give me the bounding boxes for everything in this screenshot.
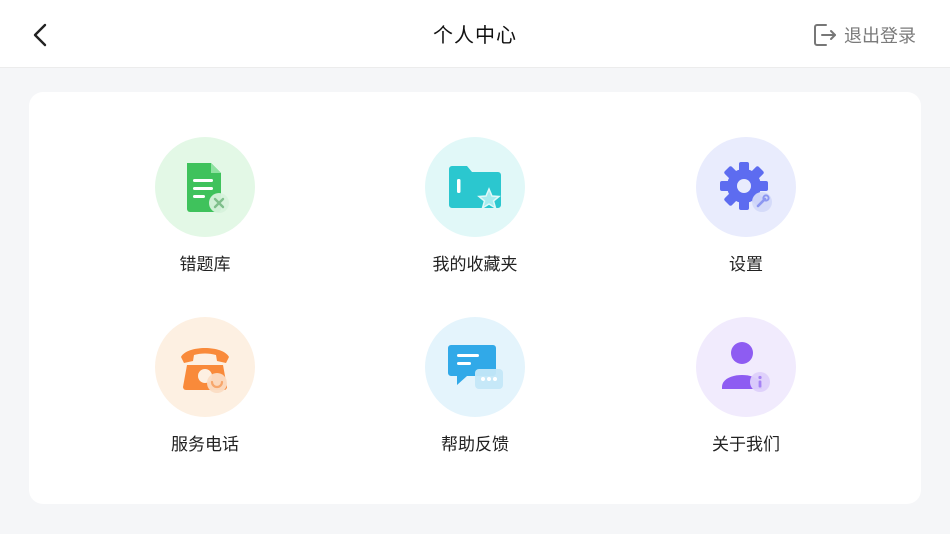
- menu-item-label: 错题库: [179, 255, 231, 275]
- phone-icon: [181, 348, 229, 393]
- menu-item-service-phone[interactable]: 服务电话: [115, 317, 295, 467]
- icon-circle: [696, 317, 796, 417]
- menu-item-label: 帮助反馈: [441, 435, 509, 455]
- top-bar: 个人中心 退出登录: [0, 0, 950, 68]
- menu-item-about-us[interactable]: 关于我们: [656, 317, 836, 467]
- icon-circle: [425, 317, 525, 417]
- menu-card: 错题库 我的收藏夹 设置 服务电话 帮助反馈 关于我们: [29, 92, 921, 504]
- logout-label: 退出登录: [844, 26, 916, 47]
- feedback-chat-icon: [448, 345, 503, 389]
- page-title: 个人中心: [433, 23, 517, 47]
- menu-item-wrong-question-bank[interactable]: 错题库: [115, 137, 295, 287]
- menu-item-help-feedback[interactable]: 帮助反馈: [385, 317, 565, 467]
- icon-circle: [155, 317, 255, 417]
- icon-circle: [696, 137, 796, 237]
- about-us-person-icon: [722, 342, 770, 392]
- icon-circle: [155, 137, 255, 237]
- logout-icon: [814, 24, 836, 46]
- menu-item-label: 设置: [729, 255, 763, 275]
- menu-item-label: 服务电话: [171, 435, 239, 455]
- icon-circle: [425, 137, 525, 237]
- gear-icon: [720, 162, 772, 212]
- wrong-question-bank-icon: [187, 163, 229, 213]
- menu-item-label: 我的收藏夹: [432, 255, 518, 275]
- menu-item-favorites[interactable]: 我的收藏夹: [385, 137, 565, 287]
- menu-grid: 错题库 我的收藏夹 设置 服务电话 帮助反馈 关于我们: [29, 92, 921, 504]
- logout-button[interactable]: 退出登录: [812, 20, 916, 50]
- favorites-folder-icon: [449, 166, 501, 210]
- menu-item-settings[interactable]: 设置: [656, 137, 836, 287]
- menu-item-label: 关于我们: [712, 435, 780, 455]
